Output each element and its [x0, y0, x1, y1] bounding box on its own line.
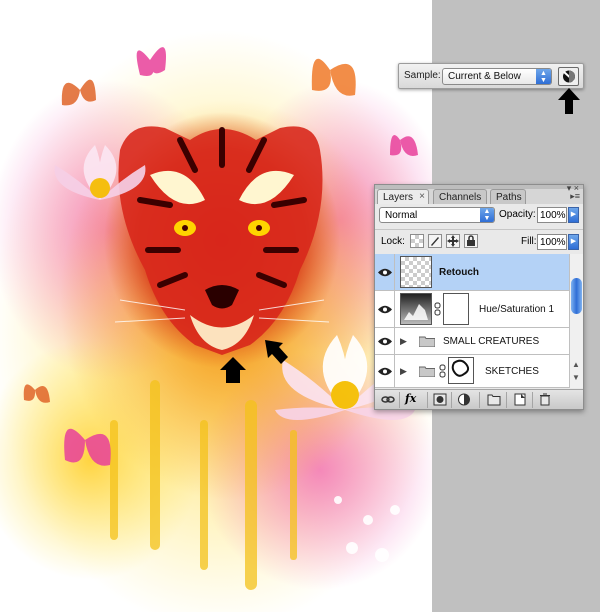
tab-layers[interactable]: Layers × [377, 189, 429, 204]
select-arrows-icon: ▲ ▼ [480, 208, 494, 222]
fill-label: Fill: [521, 236, 537, 247]
blend-mode-select[interactable]: Normal ▲ ▼ [379, 207, 495, 223]
layer-mask-icon[interactable] [433, 393, 447, 406]
artwork-canvas [0, 0, 432, 612]
adjustment-thumbnail [400, 293, 432, 325]
close-icon[interactable]: × [419, 191, 425, 202]
layer-name: Hue/Saturation 1 [479, 304, 555, 315]
lock-position-icon[interactable] [446, 234, 460, 248]
tab-paths-label: Paths [496, 192, 522, 203]
panel-menu-icon[interactable]: ▸≡ [570, 191, 580, 202]
fill-input[interactable]: 100% [537, 234, 567, 250]
scroll-down-icon[interactable]: ▼ [572, 373, 580, 382]
scrollbar-thumb[interactable] [571, 278, 582, 314]
sample-options-bar: Sample: Current & Below ▲ ▼ [398, 63, 584, 89]
visibility-toggle[interactable] [375, 254, 395, 290]
lock-label: Lock: [381, 236, 405, 247]
eye-icon [378, 367, 392, 376]
layers-panel: ▾ × Layers × Channels Paths ▸≡ Normal ▲ ▼… [374, 183, 584, 410]
lock-row: Lock: Fill: 100% ▶ [375, 229, 583, 253]
layer-list-scrollbar[interactable]: ▲ ▼ [569, 254, 583, 388]
eye-icon [378, 268, 392, 277]
ignore-adjustment-layers-icon [563, 70, 575, 83]
separator [532, 392, 533, 408]
link-icon [434, 302, 441, 316]
visibility-toggle[interactable] [375, 355, 395, 387]
layer-row-retouch[interactable]: Retouch [375, 254, 569, 291]
sample-label: Sample: [404, 70, 441, 81]
layer-thumbnail [400, 256, 432, 288]
layer-row-hue-saturation[interactable]: Hue/Saturation 1 [375, 291, 569, 328]
folder-icon [419, 366, 435, 377]
link-layers-icon[interactable] [381, 393, 395, 406]
separator [427, 392, 428, 408]
opacity-label: Opacity: [499, 209, 536, 220]
opacity-input[interactable]: 100% [537, 207, 567, 223]
tab-channels-label: Channels [439, 192, 482, 203]
new-group-icon[interactable] [487, 393, 501, 406]
panel-body: Normal ▲ ▼ Opacity: 100% ▶ Lock: Fill: 10… [375, 204, 583, 409]
sample-select[interactable]: Current & Below ▲ ▼ [442, 68, 552, 85]
visibility-toggle[interactable] [375, 291, 395, 327]
tab-paths[interactable]: Paths [490, 189, 526, 204]
sample-select-value: Current & Below [448, 71, 521, 82]
layer-list: Retouch Hue/Saturation 1 ▶ SMALL CREATUR… [375, 254, 569, 388]
layer-name: Retouch [439, 267, 479, 278]
ignore-adjustment-layers-button[interactable] [558, 67, 579, 86]
eye-icon [378, 337, 392, 346]
separator [479, 392, 480, 408]
separator [399, 392, 400, 408]
vector-mask-thumbnail[interactable] [448, 357, 474, 384]
arrow-up-indicator [558, 88, 580, 114]
blend-row: Normal ▲ ▼ Opacity: 100% ▶ [375, 204, 583, 228]
layer-mask-thumbnail[interactable] [443, 293, 469, 325]
folder-icon [419, 336, 435, 347]
separator [506, 392, 507, 408]
lock-all-icon[interactable] [464, 234, 478, 248]
link-icon [439, 364, 446, 378]
expand-triangle-icon[interactable]: ▶ [400, 366, 407, 377]
layer-name: SMALL CREATURES [443, 336, 540, 347]
tiger-artwork [0, 30, 432, 612]
visibility-toggle[interactable] [375, 328, 395, 354]
tab-channels[interactable]: Channels [433, 189, 487, 204]
new-layer-icon[interactable] [513, 393, 527, 406]
blend-mode-value: Normal [385, 210, 418, 221]
adjustment-layer-icon[interactable] [457, 393, 471, 406]
scroll-up-icon[interactable]: ▲ [572, 360, 580, 369]
expand-triangle-icon[interactable]: ▶ [400, 336, 407, 347]
lock-transparent-pixels-icon[interactable] [410, 234, 424, 248]
tab-layers-label: Layers [383, 192, 414, 203]
lock-image-pixels-icon[interactable] [428, 234, 442, 248]
trash-icon[interactable] [538, 393, 552, 406]
layer-row-sketches[interactable]: ▶ SKETCHES [375, 355, 569, 388]
select-arrows-icon: ▲ ▼ [536, 69, 551, 84]
fill-slider-arrow-icon[interactable]: ▶ [568, 234, 579, 250]
fx-icon[interactable]: fx [405, 392, 419, 405]
layer-name: SKETCHES [485, 366, 539, 377]
eye-icon [378, 305, 392, 314]
opacity-slider-arrow-icon[interactable]: ▶ [568, 207, 579, 223]
panel-bottom-bar: fx [375, 389, 583, 409]
separator [451, 392, 452, 408]
layer-row-small-creatures[interactable]: ▶ SMALL CREATURES [375, 328, 569, 355]
